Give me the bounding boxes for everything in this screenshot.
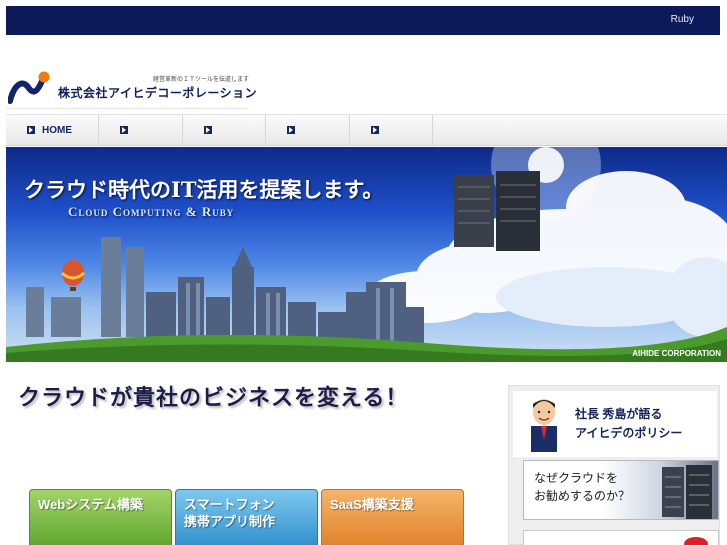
nav-item-label: HOME: [42, 124, 72, 136]
server-rack-icon: [662, 465, 712, 519]
ceo-policy-text: 社長 秀島が語る アイヒデのポリシー: [575, 405, 682, 443]
logo-mark-icon: [8, 71, 50, 104]
smartphone-app-label: スマートフォン 携帯アプリ制作: [184, 496, 275, 530]
nav-item-4[interactable]: [266, 115, 350, 145]
play-arrow-icon: [120, 126, 128, 134]
why-cloud-text: なぜクラウドを お勧めするのか？: [534, 469, 630, 505]
nav-item-5[interactable]: [350, 115, 433, 145]
why-cloud-line1: なぜクラウドを: [534, 471, 619, 485]
why-cloud-line2: お勧めするのか？: [534, 489, 631, 503]
ceo-policy-line2: アイヒデのポリシー: [575, 426, 683, 440]
saas-support-button[interactable]: SaaS構築支援: [321, 489, 464, 545]
smartphone-app-label-line1: スマートフォン: [184, 497, 275, 512]
sidebar: 社長 秀島が語る アイヒデのポリシー なぜクラウドを お勧めするのか？: [508, 385, 720, 545]
ruby-link[interactable]: Ruby: [671, 14, 694, 25]
web-system-label-line1: Webシステム構築: [38, 497, 143, 512]
play-arrow-icon: [287, 126, 295, 134]
ceo-portrait-icon: [531, 399, 557, 452]
hero-banner: クラウド時代のIT活用を提案します。 Cloud Computing & Rub…: [6, 147, 727, 362]
smartphone-app-label-line2: 携帯アプリ制作: [184, 514, 276, 529]
play-arrow-icon: [371, 126, 379, 134]
why-cloud-banner[interactable]: なぜクラウドを お勧めするのか？: [523, 460, 719, 520]
saas-support-label-line1: SaaS構築支援: [330, 497, 414, 512]
top-bar: Ruby: [6, 6, 720, 35]
company-name: 株式会社アイヒデコーポレーション: [58, 86, 258, 100]
nav-item-3[interactable]: [183, 115, 266, 145]
logo-tagline: 経営革新のＩＴツールを伝道します: [153, 77, 250, 83]
main-nav: HOME: [6, 114, 727, 146]
company-logo[interactable]: 経営革新のＩＴツールを伝道します 株式会社アイヒデコーポレーション: [6, 67, 257, 109]
play-arrow-icon: [27, 126, 35, 134]
saas-support-label: SaaS構築支援: [330, 496, 414, 513]
hero-corp-name: AIHIDE CORPORATION: [632, 349, 721, 358]
smartphone-app-button[interactable]: スマートフォン 携帯アプリ制作: [175, 489, 318, 545]
sidebar-banner-next[interactable]: [523, 530, 719, 545]
web-system-button[interactable]: Webシステム構築: [29, 489, 172, 545]
red-badge-icon: [684, 537, 708, 545]
ceo-policy-banner[interactable]: 社長 秀島が語る アイヒデのポリシー: [513, 391, 717, 457]
nav-item-home[interactable]: HOME: [6, 115, 99, 145]
play-arrow-icon: [204, 126, 212, 134]
main-heading: クラウドが貴社のビジネスを変える！: [18, 385, 409, 411]
nav-item-2[interactable]: [99, 115, 183, 145]
hero-subline: Cloud Computing & Ruby: [68, 204, 235, 219]
ceo-policy-line1: 社長 秀島が語る: [575, 407, 663, 421]
page: Ruby 経営革新のＩＴツールを伝道します 株式会社アイヒデコーポレーション H…: [0, 0, 727, 545]
hero-headline: クラウド時代のIT活用を提案します。: [24, 177, 384, 202]
web-system-label: Webシステム構築: [38, 496, 143, 513]
